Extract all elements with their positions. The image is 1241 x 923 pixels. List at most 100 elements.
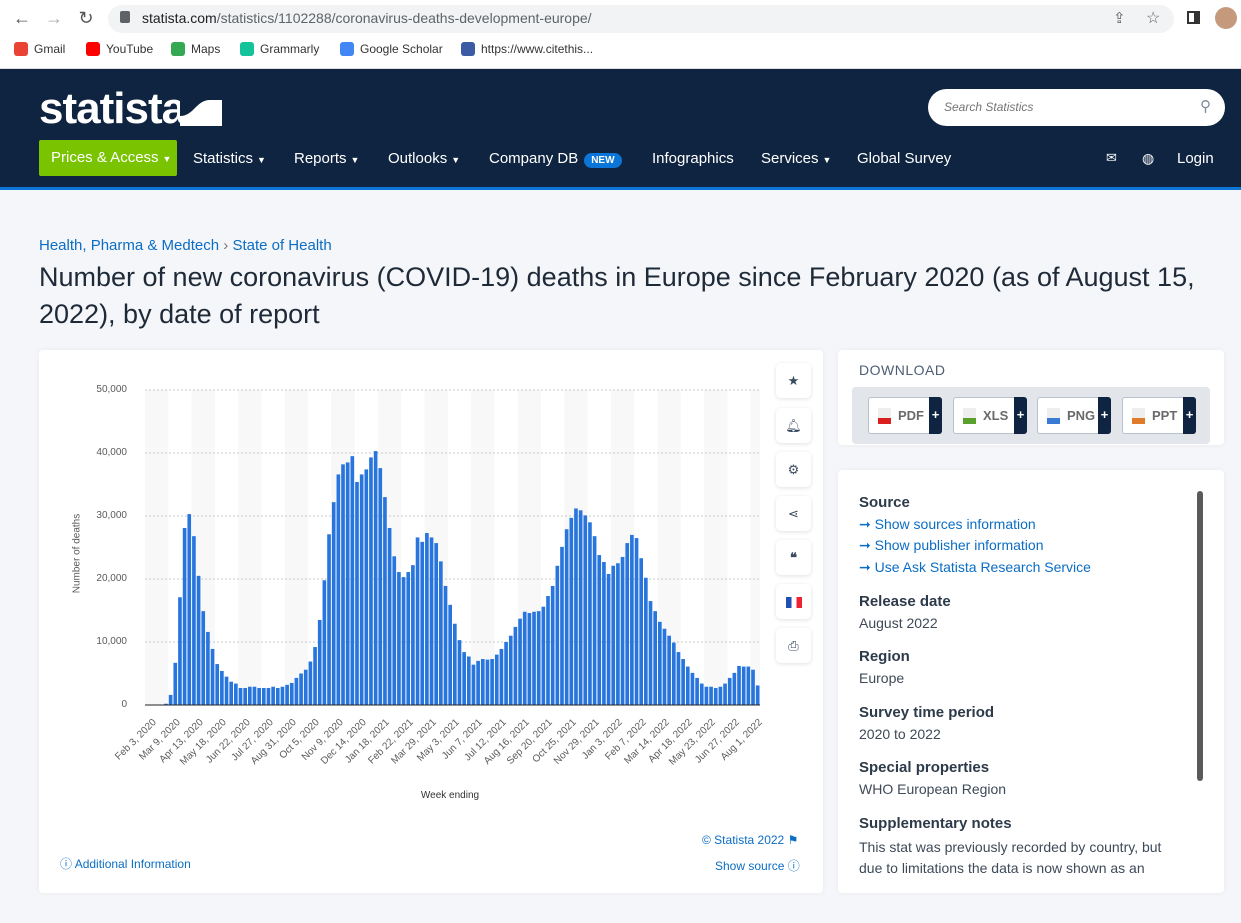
band-stripe (750, 390, 760, 705)
bar: Sep 14, 2020: 4300 (294, 677, 299, 705)
download-title: DOWNLOAD (859, 362, 946, 378)
search-box[interactable]: ⚲ (928, 89, 1225, 126)
login-link[interactable]: Login (1177, 150, 1214, 167)
bar: Apr 13, 2020: 26800 (192, 536, 196, 705)
survey-period-value: 2020 to 2022 (859, 726, 941, 742)
bar: Jul 27, 2020: 2700 (261, 687, 266, 705)
ppt-file-icon (1132, 408, 1145, 424)
plus-icon[interactable]: + (1183, 397, 1196, 434)
bar: Nov 9, 2020: 32200 (331, 502, 336, 705)
side-panel-icon[interactable] (1187, 11, 1200, 24)
gear-icon[interactable]: ⚙ (776, 452, 811, 487)
bar: Jan 18, 2021: 37600 (378, 468, 383, 705)
nav-label: Global Survey (857, 150, 952, 167)
download-ppt-button[interactable]: PPT + (1122, 397, 1196, 434)
show-sources-link[interactable]: ➞ Show sources information (859, 516, 1036, 533)
bar: Jan 31, 2022: 27000 (630, 534, 634, 705)
bar: Jul 25, 2022: 6100 (746, 666, 751, 705)
bar: Jun 27, 2022: 4300 (727, 677, 732, 705)
band-stripe (284, 390, 309, 705)
bar: Oct 12, 2020: 9200 (313, 647, 317, 705)
bar: Jul 20, 2020: 2700 (257, 687, 261, 705)
bar: Jul 26, 2021: 10000 (504, 642, 508, 705)
plus-icon[interactable]: + (1098, 397, 1111, 434)
bar: Dec 28, 2020: 37400 (364, 469, 369, 705)
band-stripe (238, 390, 262, 705)
bar: Jan 4, 2021: 39300 (369, 457, 373, 705)
bar: Mar 1, 2021: 21100 (406, 572, 411, 705)
quote-icon[interactable]: ❝ (776, 540, 811, 575)
search-icon[interactable]: ⚲ (1200, 97, 1211, 115)
search-input[interactable] (944, 100, 1184, 114)
download-xls-button[interactable]: XLS + (953, 397, 1027, 434)
format-label: PNG (1067, 408, 1096, 423)
bar: Mar 22, 2021: 25900 (420, 541, 425, 705)
bar: Mar 21, 2022: 12100 (662, 628, 667, 705)
favorite-star-icon[interactable]: ★ (776, 363, 811, 398)
bar: Sep 13, 2021: 14900 (536, 611, 541, 705)
share-icon[interactable]: ⋖ (776, 496, 811, 531)
bar: Jan 11, 2021: 40300 (373, 451, 378, 705)
bar: Oct 25, 2021: 27900 (564, 529, 569, 705)
bar: Mar 28, 2022: 11000 (667, 635, 671, 705)
bar: Oct 5, 2020: 6900 (308, 661, 313, 705)
ask-statista-link[interactable]: ➞ Use Ask Statista Research Service (859, 559, 1091, 576)
bar: Sep 27, 2021: 17300 (546, 596, 550, 705)
format-label: XLS (983, 408, 1009, 423)
show-publisher-link[interactable]: ➞ Show publisher information (859, 537, 1044, 554)
bar: May 11, 2020: 8900 (210, 648, 215, 705)
bar: Sep 7, 2020: 3500 (289, 682, 294, 705)
globe-icon[interactable]: ◍ (1142, 150, 1154, 167)
bar: Jun 29, 2020: 2700 (243, 687, 247, 705)
bar: Jan 24, 2022: 25700 (625, 543, 630, 705)
show-source-link[interactable]: Show source ⓘ (715, 857, 800, 874)
plus-icon[interactable]: + (1014, 397, 1027, 434)
y-tick-label: 30,000 (96, 510, 127, 521)
bar: Jul 5, 2021: 7300 (490, 659, 494, 705)
y-tick-label: 0 (121, 699, 127, 710)
profile-avatar[interactable] (1215, 7, 1237, 29)
bar: Sep 21, 2020: 5000 (299, 673, 303, 705)
download-png-button[interactable]: PNG + (1037, 397, 1111, 434)
info-scrollbar[interactable] (1197, 491, 1203, 781)
bar: Jan 3, 2022: 22100 (611, 565, 616, 705)
bar: Nov 23, 2020: 38200 (341, 464, 345, 705)
band-stripe (704, 390, 728, 705)
additional-info-link[interactable]: ⓘ Additional Information (60, 855, 191, 872)
bar: Jul 19, 2021: 8900 (499, 648, 504, 705)
print-icon[interactable]: ⎙ (776, 628, 811, 663)
bar: Jan 25, 2021: 33000 (383, 497, 387, 705)
bar: Aug 30, 2021: 14600 (527, 613, 532, 705)
link-text: Show sources information (874, 516, 1036, 532)
bell-icon[interactable]: 🔔︎ (776, 408, 811, 443)
special-properties-value: WHO European Region (859, 781, 1007, 797)
bookmark-star-icon[interactable]: ☆ (1146, 8, 1160, 28)
flag-icon: ⚑ (787, 833, 799, 847)
bar: Jun 6, 2022: 2700 (713, 687, 718, 705)
share-icon[interactable]: ⇪ (1113, 9, 1126, 27)
bar: Nov 22, 2021: 30100 (583, 515, 588, 705)
bar: Feb 15, 2021: 21100 (397, 572, 401, 705)
bar: Jul 12, 2021: 8000 (494, 654, 499, 705)
bar: Nov 30, 2020: 38500 (345, 462, 350, 705)
bar: Jul 11, 2022: 6200 (737, 665, 741, 705)
bar: Nov 1, 2021: 29700 (569, 517, 574, 705)
bar: Oct 26, 2020: 19800 (322, 580, 327, 705)
download-pdf-button[interactable]: PDF + (868, 397, 942, 434)
format-label: PPT (1152, 408, 1178, 423)
bar: Feb 8, 2021: 23600 (392, 556, 397, 705)
bar: Oct 19, 2020: 13500 (317, 619, 322, 705)
nav-global-survey[interactable]: Global Survey (857, 150, 951, 167)
link-text: Show publisher information (874, 537, 1044, 553)
bar: Mar 14, 2022: 13200 (658, 621, 662, 705)
plus-icon[interactable]: + (929, 397, 942, 434)
supplementary-notes-value: This stat was previously recorded by cou… (859, 839, 1162, 876)
bar: May 30, 2022: 2900 (709, 686, 713, 705)
bar: Feb 21, 2022: 20200 (644, 577, 648, 705)
mail-icon[interactable]: ✉ (1106, 150, 1117, 166)
copyright[interactable]: © Statista 2022 ⚑ (702, 833, 798, 847)
bar: Aug 1, 2022: 5600 (751, 669, 755, 705)
info-icon: ⓘ (787, 859, 800, 873)
x-axis-label: Week ending (420, 790, 480, 801)
french-flag-icon[interactable] (776, 584, 811, 619)
